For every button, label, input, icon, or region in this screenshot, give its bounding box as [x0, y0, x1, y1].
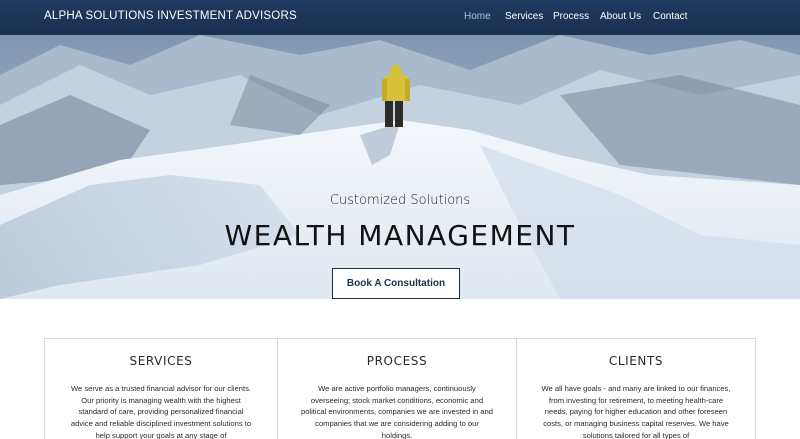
- site-brand[interactable]: ALPHA SOLUTIONS INVESTMENT ADVISORS: [44, 10, 297, 22]
- nav-home[interactable]: Home: [464, 11, 491, 22]
- services-body: We serve as a trusted financial advisor …: [70, 384, 252, 439]
- nav-services[interactable]: Services: [505, 11, 543, 22]
- services-card: SERVICES We serve as a trusted financial…: [45, 339, 278, 439]
- hero-subtitle: Customized Solutions: [329, 193, 471, 208]
- hero-banner: Customized Solutions WEALTH MANAGEMENT B…: [0, 35, 800, 299]
- mountain-hero-image: [0, 35, 800, 299]
- site-header: ALPHA SOLUTIONS INVESTMENT ADVISORS Home…: [0, 0, 800, 35]
- process-title: PROCESS: [366, 354, 428, 368]
- nav-process[interactable]: Process: [553, 11, 589, 22]
- nav-contact[interactable]: Contact: [653, 11, 687, 22]
- info-cards: SERVICES We serve as a trusted financial…: [44, 338, 756, 439]
- book-consultation-button[interactable]: Book A Consultation: [332, 268, 460, 299]
- clients-title: CLIENTS: [608, 354, 664, 368]
- services-title: SERVICES: [129, 354, 193, 368]
- nav-about-us[interactable]: About Us: [600, 11, 641, 22]
- process-body: We are active portfolio managers, contin…: [300, 384, 494, 439]
- clients-body: We all have goals - and many are linked …: [541, 384, 731, 439]
- process-card: PROCESS We are active portfolio managers…: [278, 339, 517, 439]
- hero-title: WEALTH MANAGEMENT: [224, 219, 576, 252]
- clients-card: CLIENTS We all have goals - and many are…: [517, 339, 755, 439]
